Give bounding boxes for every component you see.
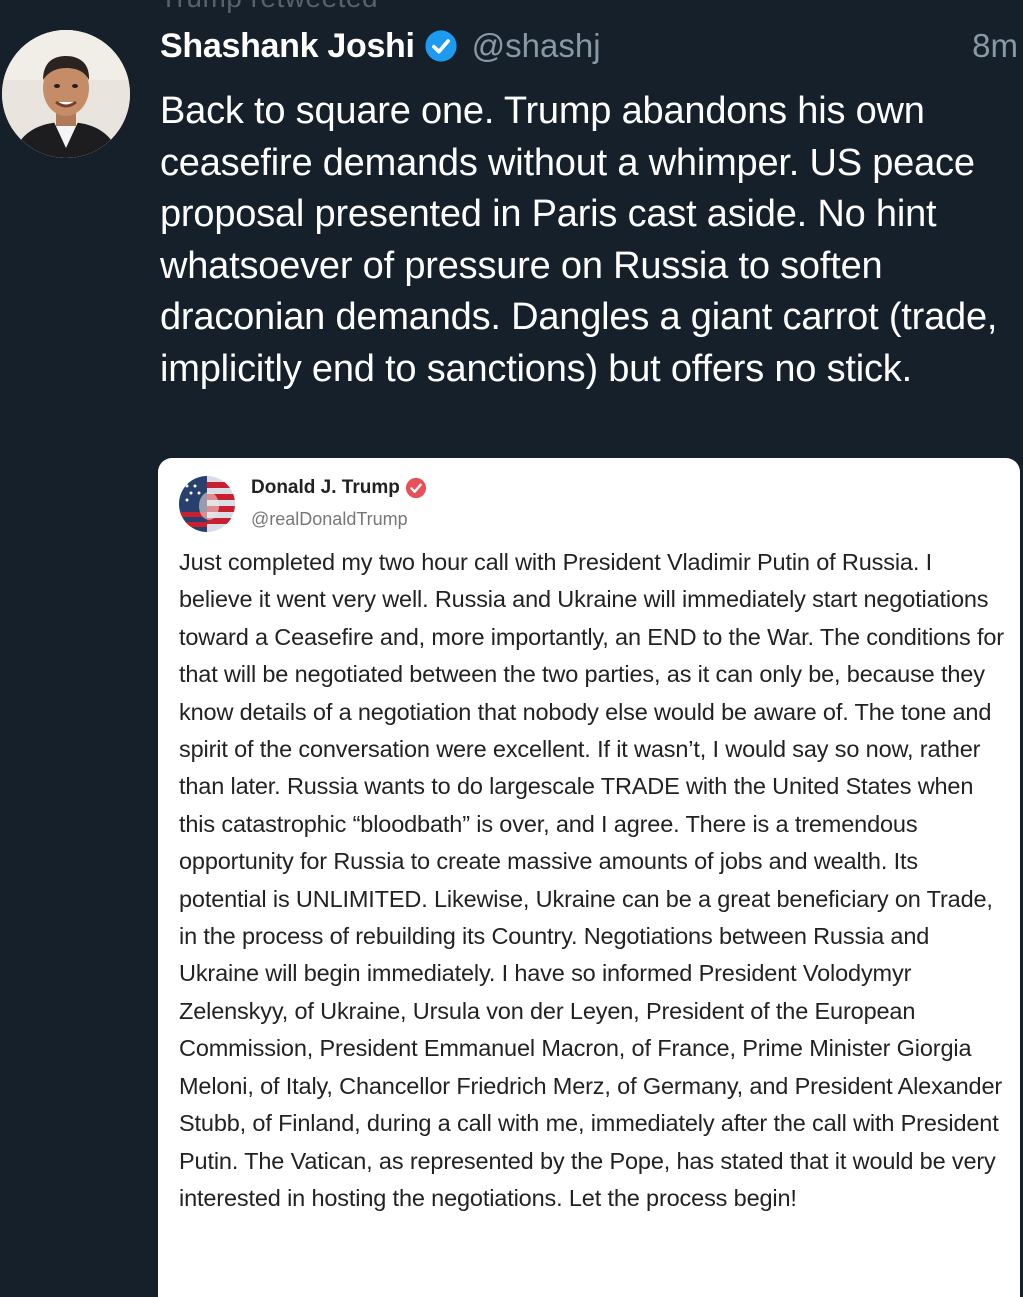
tweet-text: Back to square one. Trump abandons his o…: [160, 90, 998, 390]
quoted-post-text: Just completed my two hour call with Pre…: [179, 549, 1004, 1211]
quoted-author-row: Donald J. Trump: [251, 477, 427, 499]
tweet-timestamp[interactable]: 8m: [972, 27, 1018, 65]
quoted-avatar-photo: [179, 476, 235, 532]
verified-badge-icon: [405, 477, 426, 499]
quoted-author-handle[interactable]: @realDonaldTrump: [251, 509, 408, 530]
author-name[interactable]: Shashank Joshi: [160, 27, 415, 66]
quoted-author-name[interactable]: Donald J. Trump: [251, 477, 400, 499]
tweet-header: Shashank Joshi @shashj 8m: [160, 24, 1018, 68]
avatar-photo: [2, 30, 130, 158]
author-avatar[interactable]: [2, 30, 130, 158]
verified-badge-icon: [425, 30, 457, 62]
retweet-notice: Trump retweeted: [160, 0, 378, 14]
quoted-author-avatar[interactable]: [179, 476, 235, 532]
quoted-post-card[interactable]: Donald J. Trump @realDonaldTrump Just co…: [158, 458, 1020, 1297]
author-handle[interactable]: @shashj: [472, 27, 601, 65]
